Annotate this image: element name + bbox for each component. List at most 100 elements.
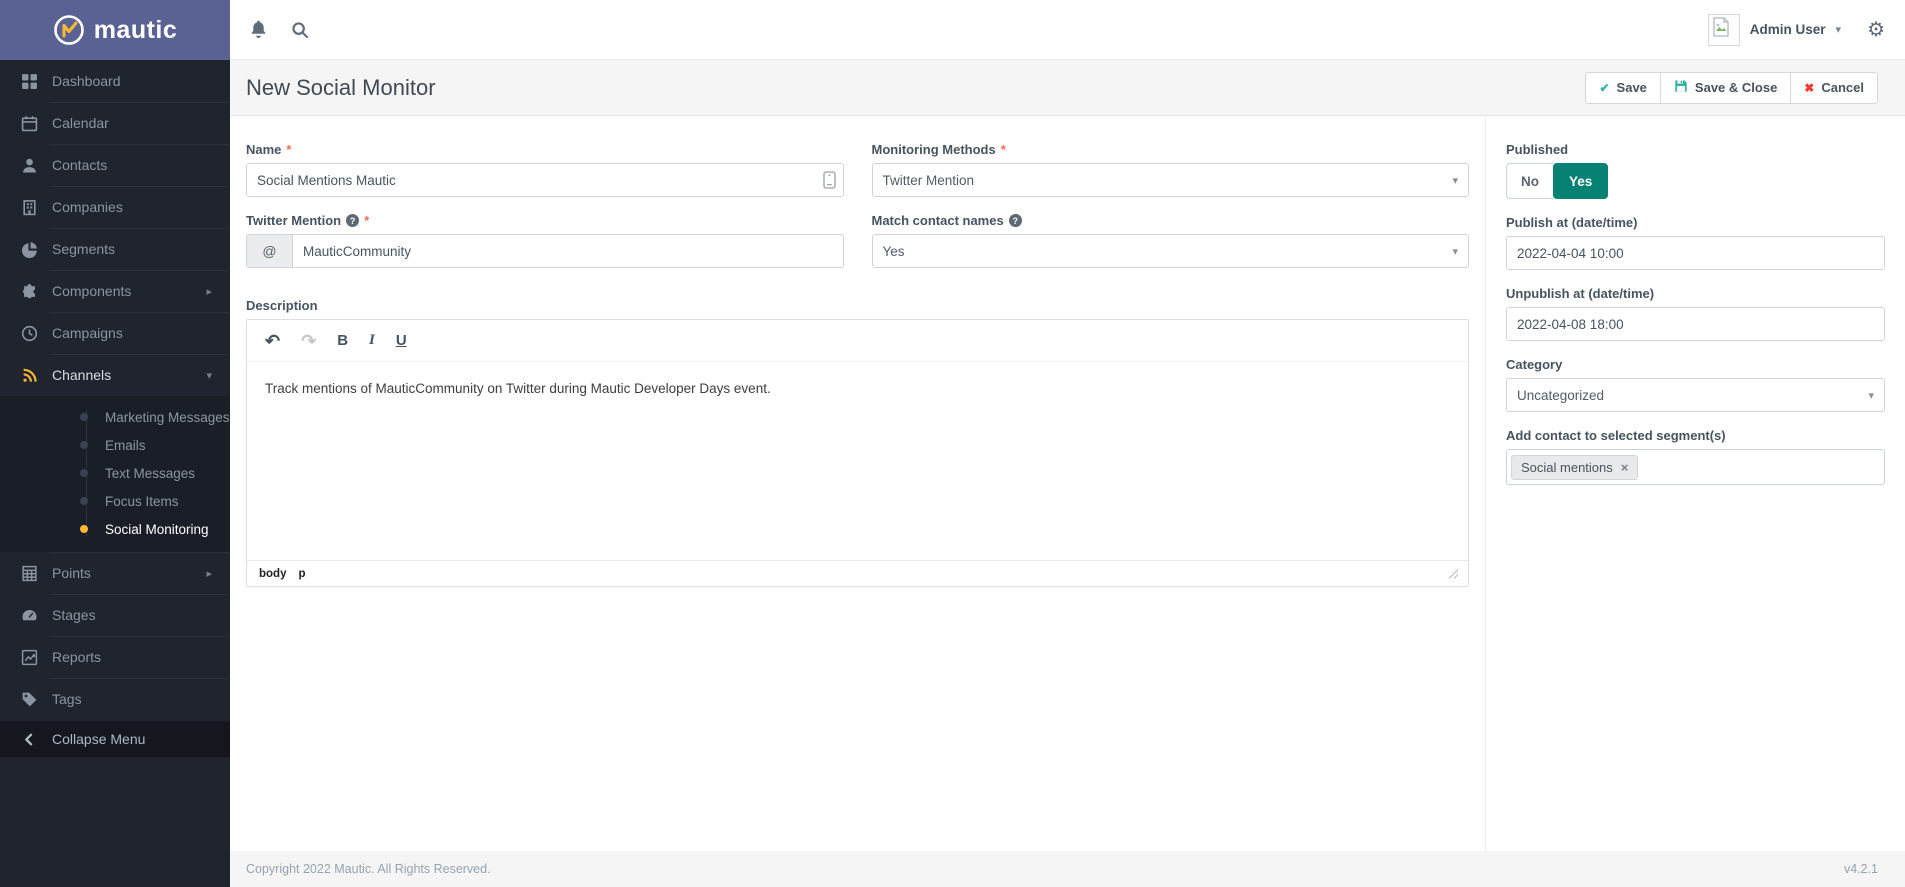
sidebar-item-dashboard[interactable]: Dashboard [0,60,230,102]
underline-button[interactable]: U [396,333,407,348]
segment-chip: Social mentions × [1511,455,1638,480]
segments-multiselect[interactable]: Social mentions × [1506,449,1885,485]
category-group: Category Uncategorized ▾ [1506,357,1885,412]
sidebar-item-emails[interactable]: Emails [0,431,230,459]
undo-icon[interactable]: ↶ [265,332,280,350]
sidebar-item-focus-items[interactable]: Focus Items [0,487,230,515]
header-toolbar: Admin User ▾ ⚙ [230,0,1905,60]
category-label: Category [1506,357,1885,372]
content: Name * Monitoring Methods * [230,116,1905,851]
mautic-logo-icon [53,14,85,46]
twitter-handle-input[interactable] [292,234,844,268]
user-name: Admin User [1750,22,1826,37]
at-sign-addon: @ [246,234,292,268]
published-no-button[interactable]: No [1506,163,1553,199]
sidebar-item-text-messages[interactable]: Text Messages [0,459,230,487]
page-actions: ✔ Save Save & Close ✖ Cancel [1585,72,1878,104]
publish-at-group: Publish at (date/time) [1506,215,1885,270]
cancel-button[interactable]: ✖ Cancel [1791,72,1878,104]
search-icon[interactable] [290,20,310,40]
sidebar-item-channels[interactable]: Channels ▾ [0,354,230,396]
copyright-text: Copyright 2022 Mautic. All Rights Reserv… [246,862,491,876]
sidebar-item-components[interactable]: Components ▸ [0,270,230,312]
notifications-bell-icon[interactable] [248,20,268,40]
match-contact-names-select[interactable]: Yes ▾ [872,234,1470,268]
remove-chip-icon[interactable]: × [1621,461,1629,474]
bullet-icon [80,441,88,449]
redo-icon[interactable]: ↷ [301,332,316,350]
check-icon: ✔ [1599,81,1609,95]
bullet-icon [80,413,88,421]
publish-at-input[interactable] [1506,236,1885,270]
sidebar-item-tags[interactable]: Tags [0,678,230,720]
sidebar-item-stages[interactable]: Stages [0,594,230,636]
building-icon [21,199,38,216]
brand-logo[interactable]: mautic [0,0,230,60]
rss-icon [21,367,38,384]
save-button[interactable]: ✔ Save [1585,72,1660,104]
monitoring-methods-label: Monitoring Methods * [872,142,1470,157]
caret-down-icon: ▾ [1452,245,1458,258]
builder-token-icon[interactable] [823,171,836,189]
element-path-p[interactable]: p [298,568,305,580]
sidebar-item-contacts[interactable]: Contacts [0,144,230,186]
match-contact-names-label: Match contact names ? [872,213,1470,228]
caret-down-icon: ▾ [1452,174,1458,187]
monitoring-methods-group: Monitoring Methods * Twitter Mention ▾ [872,142,1470,197]
name-input[interactable] [246,163,844,197]
publish-options-panel: Published No Yes Publish at (date/time) … [1485,116,1905,851]
save-close-button[interactable]: Save & Close [1661,72,1791,104]
sidebar-item-campaigns[interactable]: Campaigns [0,312,230,354]
editor-toolbar: ↶ ↷ B I U [247,320,1468,362]
name-field-group: Name * [246,142,844,197]
clock-icon [21,325,38,342]
page-footer: Copyright 2022 Mautic. All Rights Reserv… [230,851,1905,887]
sidebar-item-social-monitoring[interactable]: Social Monitoring [0,515,230,543]
segments-label: Add contact to selected segment(s) [1506,428,1885,443]
bullet-icon [80,525,88,533]
category-select[interactable]: Uncategorized ▾ [1506,378,1885,412]
published-yes-button[interactable]: Yes [1553,163,1608,199]
italic-button[interactable]: I [369,333,375,348]
rich-text-editor: ↶ ↷ B I U Track mentions of MauticCommun… [246,319,1469,587]
sidebar-item-marketing-messages[interactable]: Marketing Messages [0,403,230,431]
element-path-body[interactable]: body [259,568,286,580]
bullet-icon [80,497,88,505]
bullet-icon [80,469,88,477]
chevron-right-icon: ▸ [206,285,212,298]
resize-handle-icon[interactable] [1448,569,1458,579]
required-asterisk: * [1001,142,1006,157]
sidebar: Dashboard Calendar Contacts Companies Se… [0,60,230,887]
sidebar-item-segments[interactable]: Segments [0,228,230,270]
bold-button[interactable]: B [337,333,348,348]
chevron-down-icon: ▾ [1836,23,1842,36]
editor-statusbar: body p [247,560,1468,586]
collapse-menu-button[interactable]: Collapse Menu [0,721,230,757]
floppy-disk-icon [1674,79,1688,96]
page-header-bar: New Social Monitor ✔ Save Save & Close ✖… [230,60,1905,116]
editor-content[interactable]: Track mentions of MauticCommunity on Twi… [247,362,1468,560]
help-question-icon[interactable]: ? [1009,214,1022,227]
sidebar-item-reports[interactable]: Reports [0,636,230,678]
chevron-left-icon [21,731,38,748]
line-chart-icon [21,649,38,666]
chevron-right-icon: ▸ [206,567,212,580]
user-icon [21,157,38,174]
monitoring-methods-select[interactable]: Twitter Mention ▾ [872,163,1470,197]
sidebar-item-companies[interactable]: Companies [0,186,230,228]
app-header: mautic Admin User ▾ ⚙ [0,0,1905,60]
help-question-icon[interactable]: ? [346,214,359,227]
sidebar-item-points[interactable]: Points ▸ [0,552,230,594]
description-group: Description ↶ ↷ B I U Track menti [246,298,1469,587]
grid-icon [21,73,38,90]
calendar-icon [21,115,38,132]
publish-at-label: Publish at (date/time) [1506,215,1885,230]
channels-submenu: Marketing Messages Emails Text Messages … [0,396,230,552]
avatar [1708,14,1740,46]
settings-gear-icon[interactable]: ⚙ [1867,20,1885,40]
sidebar-item-calendar[interactable]: Calendar [0,102,230,144]
unpublish-at-input[interactable] [1506,307,1885,341]
name-label: Name * [246,142,844,157]
user-menu[interactable]: Admin User ▾ [1708,14,1841,46]
required-asterisk: * [286,142,291,157]
